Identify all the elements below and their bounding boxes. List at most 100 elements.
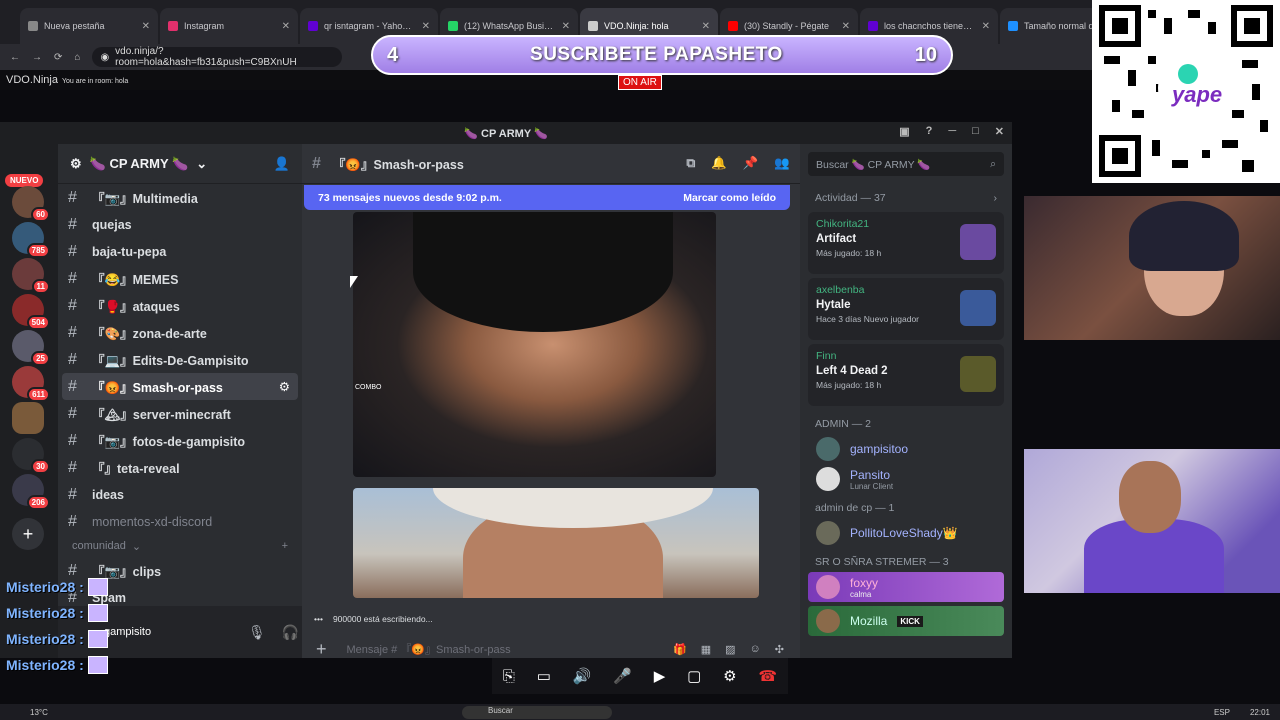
server-header[interactable]: ⚙ 🍆 CP ARMY 🍆 ⌄ 👤 xyxy=(58,144,302,184)
camera-icon[interactable]: ▶ xyxy=(654,667,666,685)
search-input[interactable]: Buscar 🍆 CP ARMY 🍆 ⌕ xyxy=(808,152,1004,176)
share-file-icon[interactable]: ⎘ xyxy=(503,668,515,685)
mic-icon[interactable]: 🎙 xyxy=(248,624,266,641)
server-icon[interactable]: 30 xyxy=(12,438,50,474)
channel-ideas[interactable]: # ideas xyxy=(58,481,302,508)
activity-card[interactable]: Finn Left 4 Dead 2 Más jugado: 18 h xyxy=(808,344,1004,406)
settings-icon[interactable]: ⚙ xyxy=(723,667,736,685)
add-member-icon[interactable]: 👤 xyxy=(274,156,290,172)
message-image[interactable]: COMBO xyxy=(353,212,716,477)
chat-area: # 『😡』Smash-or-pass ⧉ 🔔 📌 👥 73 mensajes n… xyxy=(302,144,800,660)
activity-card[interactable]: axelbenba Hytale Hace 3 días Nuevo jugador xyxy=(808,278,1004,340)
close-icon[interactable]: ✕ xyxy=(562,21,570,32)
hash-icon: # xyxy=(68,188,77,206)
headphones-icon[interactable]: 🎧 xyxy=(282,624,299,641)
server-icon[interactable]: 785 xyxy=(12,222,50,258)
member-item[interactable]: PollitoLoveShady👑 xyxy=(800,518,1012,548)
url-input[interactable]: ◉ vdo.ninja/?room=hola&hash=fb31&push=C9B… xyxy=(92,46,343,68)
chat-icon[interactable]: ▭ xyxy=(537,667,551,685)
channel-ataques[interactable]: # 『🥊』ataques xyxy=(58,292,302,319)
pin-icon[interactable]: 📌 xyxy=(743,156,759,171)
activity-card[interactable]: Chikorita21 Artifact Más jugado: 18 h xyxy=(808,212,1004,274)
site-info-icon[interactable]: ◉ xyxy=(100,52,109,63)
channel-baja-tu-pepa[interactable]: # baja-tu-pepa xyxy=(58,238,302,265)
home-icon[interactable]: ⌂ xyxy=(74,52,80,63)
channel-fotos[interactable]: # 『📷』fotos-de-gampisito xyxy=(58,427,302,454)
channel-server-minecraft[interactable]: # 『🏔』server-minecraft xyxy=(58,400,302,427)
activity-header[interactable]: Actividad — 37 › xyxy=(800,184,1012,208)
role-header: admin de cp — 1 xyxy=(815,502,895,514)
forward-icon[interactable]: → xyxy=(32,52,42,63)
mark-read-button[interactable]: Marcar como leído xyxy=(683,192,776,204)
close-icon[interactable]: ✕ xyxy=(982,21,990,32)
back-icon[interactable]: ← xyxy=(10,52,20,63)
minimize-icon[interactable]: ─ xyxy=(948,125,956,138)
typing-dots-icon: ••• xyxy=(314,614,323,624)
bell-icon[interactable]: 🔔 xyxy=(711,156,727,171)
members-icon[interactable]: 👥 xyxy=(774,156,790,171)
sticker-icon[interactable]: ▨ xyxy=(725,643,735,656)
close-icon[interactable]: ✕ xyxy=(702,21,710,32)
language-indicator[interactable]: ESP xyxy=(1214,708,1230,717)
server-icon[interactable]: 11 xyxy=(12,258,50,294)
settings-icon[interactable]: ⚙ xyxy=(279,379,290,394)
channel-multimedia[interactable]: # 『📷』Multimedia xyxy=(58,184,302,211)
channel-name: 『💻』Edits-De-Gampisito xyxy=(92,354,249,368)
server-icon[interactable] xyxy=(12,402,44,434)
close-icon[interactable]: ✕ xyxy=(995,125,1004,138)
add-server-icon[interactable]: + xyxy=(12,518,44,550)
channel-quejas[interactable]: # quejas xyxy=(58,211,302,238)
server-icon[interactable]: 25 xyxy=(12,330,50,366)
screen-share-icon[interactable]: ▢ xyxy=(687,667,701,685)
mic-icon[interactable]: 🎤 xyxy=(613,667,632,685)
clock[interactable]: 22:01 xyxy=(1250,708,1270,717)
message-input[interactable]: Mensaje # 『😡』Smash-or-pass xyxy=(347,641,511,657)
system-tray: ESP 22:01 xyxy=(1214,708,1270,717)
help-icon[interactable]: ? xyxy=(926,125,933,138)
apps-icon[interactable]: ✣ xyxy=(775,643,784,656)
channel-memes[interactable]: # 『😂』MEMES xyxy=(58,265,302,292)
game-art xyxy=(960,224,996,260)
close-icon[interactable]: ✕ xyxy=(282,21,290,32)
threads-icon[interactable]: ⧉ xyxy=(686,156,695,171)
image-content xyxy=(433,488,713,528)
new-messages-bar[interactable]: 73 mensajes nuevos desde 9:02 p.m. Marca… xyxy=(304,185,790,210)
channel-zona-de-arte[interactable]: # 『🎨』zona-de-arte xyxy=(58,319,302,346)
server-icon[interactable]: 60 xyxy=(12,186,50,222)
member-item[interactable]: Pansito Lunar Client xyxy=(800,464,1012,494)
close-icon[interactable]: ✕ xyxy=(422,21,430,32)
server-icon[interactable]: 611 xyxy=(12,366,50,402)
maximize-icon[interactable]: □ xyxy=(972,125,979,138)
inbox-icon[interactable]: ▣ xyxy=(899,125,909,138)
close-icon[interactable]: ✕ xyxy=(142,21,150,32)
member-item[interactable]: foxyy calma xyxy=(808,572,1004,602)
gif-icon[interactable]: ▦ xyxy=(701,643,711,656)
channel-edits[interactable]: # 『💻』Edits-De-Gampisito xyxy=(58,346,302,373)
channel-teta-reveal[interactable]: # 『』teta-reveal xyxy=(58,454,302,481)
member-item[interactable]: gampisitoo xyxy=(800,434,1012,464)
tab-instagram[interactable]: Instagram ✕ xyxy=(160,8,298,44)
reload-icon[interactable]: ⟳ xyxy=(54,52,62,63)
server-name: 🍆 CP ARMY 🍆 xyxy=(89,155,189,171)
speaker-icon[interactable]: 🔊 xyxy=(573,667,592,685)
add-channel-icon[interactable]: + xyxy=(282,540,288,552)
hash-icon: # xyxy=(68,269,77,287)
member-item[interactable]: Mozilla KICK xyxy=(808,606,1004,636)
emoji-icon[interactable]: ☺ xyxy=(750,643,761,656)
category-header[interactable]: comunidad ⌄ + xyxy=(58,535,302,557)
message-image[interactable] xyxy=(353,488,759,598)
channel-smash-or-pass[interactable]: # 『😡』Smash-or-pass ⚙ xyxy=(62,373,298,400)
weather-text[interactable]: 13°C xyxy=(30,708,48,717)
search-icon: ⌕ xyxy=(990,157,996,170)
add-attachment-icon[interactable]: + xyxy=(316,639,327,660)
hangup-icon[interactable]: ☎ xyxy=(758,667,777,685)
channel-title: 『😡』Smash-or-pass xyxy=(332,158,464,172)
channel-momentos[interactable]: # momentos-xd-discord xyxy=(58,508,302,535)
server-icon[interactable]: 504 xyxy=(12,294,50,330)
discord-window: 🍆 CP ARMY 🍆 ▣ ? ─ □ ✕ NUEVO 60 785 11 50… xyxy=(0,122,1012,660)
taskbar-search[interactable]: Buscar xyxy=(462,706,612,719)
tab-nueva-pestana[interactable]: Nueva pestaña ✕ xyxy=(20,8,158,44)
gift-icon[interactable]: 🎁 xyxy=(673,643,687,656)
server-icon[interactable]: 206 xyxy=(12,474,50,510)
close-icon[interactable]: ✕ xyxy=(842,21,850,32)
